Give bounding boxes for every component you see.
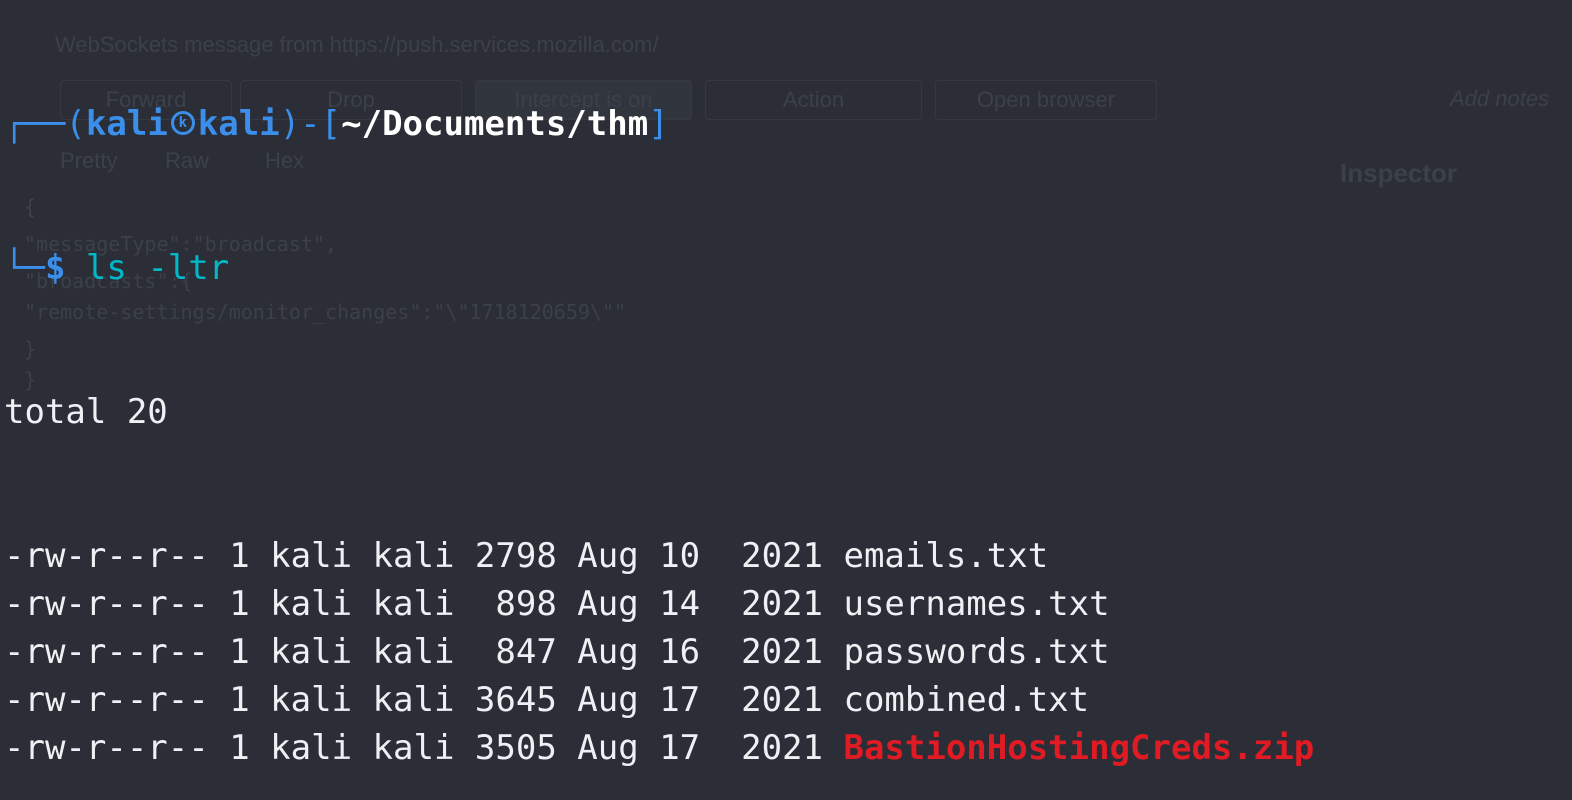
file-links: 1 bbox=[229, 584, 250, 624]
file-name: combined.txt bbox=[843, 680, 1090, 720]
file-group: kali bbox=[372, 584, 455, 624]
file-year: 2021 bbox=[741, 680, 823, 720]
prompt-path: ~/Documents/thm bbox=[341, 104, 649, 144]
prompt-symbol: $ bbox=[44, 248, 66, 288]
file-links: 1 bbox=[229, 728, 250, 768]
file-month: Aug bbox=[577, 728, 639, 768]
file-name: emails.txt bbox=[843, 536, 1049, 576]
file-owner: kali bbox=[270, 584, 353, 624]
terminal[interactable]: ┌──(kali k kali)-[~/Documents/thm] └─$ ls … bbox=[4, 4, 1314, 800]
file-row: -rw-r--r-- 1 kali kali 898 Aug 14 2021 u… bbox=[4, 580, 1314, 628]
file-permissions: -rw-r--r-- bbox=[4, 536, 209, 576]
notes-field: Add notes bbox=[1450, 86, 1550, 111]
prompt-user: kali bbox=[85, 104, 168, 144]
file-group: kali bbox=[372, 632, 455, 672]
file-name: usernames.txt bbox=[843, 584, 1110, 624]
file-row: -rw-r--r-- 1 kali kali 847 Aug 16 2021 p… bbox=[4, 628, 1314, 676]
file-size: 2798 bbox=[474, 536, 557, 576]
file-permissions: -rw-r--r-- bbox=[4, 680, 209, 720]
file-group: kali bbox=[372, 680, 455, 720]
file-year: 2021 bbox=[741, 632, 823, 672]
file-month: Aug bbox=[577, 632, 639, 672]
file-group: kali bbox=[372, 536, 455, 576]
file-day: 17 bbox=[659, 728, 701, 768]
file-row: -rw-r--r-- 1 kali kali 2798 Aug 10 2021 … bbox=[4, 532, 1314, 580]
file-row: -rw-r--r-- 1 kali kali 3505 Aug 17 2021 … bbox=[4, 724, 1314, 772]
command-line: └─$ ls -ltr bbox=[4, 248, 230, 288]
file-size: 898 bbox=[474, 584, 557, 624]
file-links: 1 bbox=[229, 680, 250, 720]
file-owner: kali bbox=[270, 728, 353, 768]
file-month: Aug bbox=[577, 584, 639, 624]
file-year: 2021 bbox=[741, 728, 823, 768]
file-list: -rw-r--r-- 1 kali kali 2798 Aug 10 2021 … bbox=[4, 532, 1314, 772]
total-line: total 20 bbox=[4, 392, 168, 432]
file-owner: kali bbox=[270, 632, 353, 672]
file-name: passwords.txt bbox=[843, 632, 1110, 672]
file-group: kali bbox=[372, 728, 455, 768]
file-permissions: -rw-r--r-- bbox=[4, 632, 209, 672]
file-day: 16 bbox=[659, 632, 701, 672]
inspector-title: Inspector bbox=[1340, 158, 1458, 188]
file-row: -rw-r--r-- 1 kali kali 3645 Aug 17 2021 … bbox=[4, 676, 1314, 724]
file-permissions: -rw-r--r-- bbox=[4, 584, 209, 624]
file-owner: kali bbox=[270, 536, 353, 576]
file-size: 847 bbox=[474, 632, 557, 672]
file-month: Aug bbox=[577, 536, 639, 576]
file-owner: kali bbox=[270, 680, 353, 720]
command-text: ls -ltr bbox=[85, 248, 230, 288]
file-day: 14 bbox=[659, 584, 701, 624]
file-year: 2021 bbox=[741, 584, 823, 624]
file-name: BastionHostingCreds.zip bbox=[843, 728, 1315, 768]
file-day: 17 bbox=[659, 680, 701, 720]
prompt-line: ┌──(kali k kali)-[~/Documents/thm] bbox=[4, 104, 669, 144]
file-links: 1 bbox=[229, 632, 250, 672]
prompt-host: kali bbox=[197, 104, 280, 144]
file-size: 3645 bbox=[474, 680, 557, 720]
file-day: 10 bbox=[659, 536, 701, 576]
file-links: 1 bbox=[229, 536, 250, 576]
file-permissions: -rw-r--r-- bbox=[4, 728, 209, 768]
file-month: Aug bbox=[577, 680, 639, 720]
file-size: 3505 bbox=[474, 728, 557, 768]
kali-logo-icon: k bbox=[170, 110, 195, 135]
file-year: 2021 bbox=[741, 536, 823, 576]
